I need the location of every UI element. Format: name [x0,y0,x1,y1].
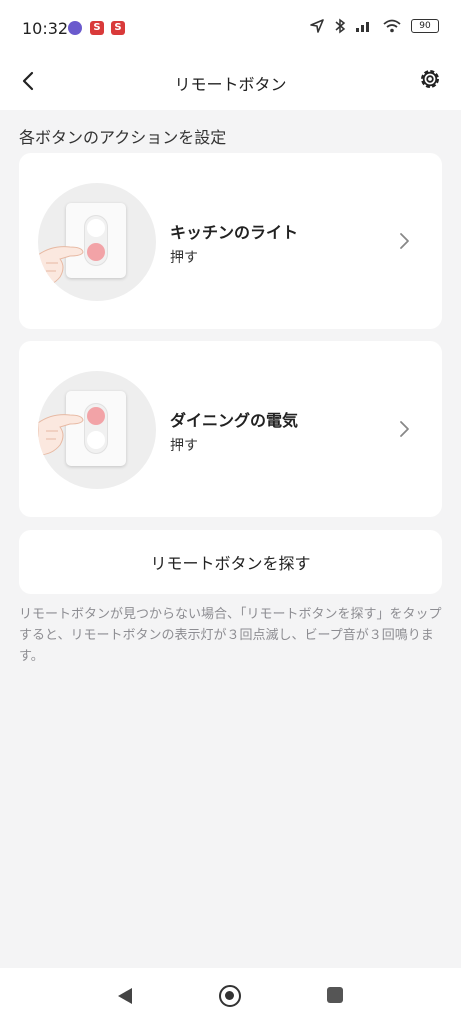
switch-illustration [38,371,156,489]
button-action-card-dining[interactable]: ダイニングの電気 押す [19,341,442,517]
switch-bottom-dot [87,243,105,261]
button-name: キッチンのライト [170,223,299,242]
system-nav-bar [0,968,461,1024]
button-action-card-kitchen[interactable]: キッチンのライト 押す [19,153,442,329]
button-name: ダイニングの電気 [170,411,299,430]
switch-bottom-dot [87,431,105,449]
button-action: 押す [170,250,198,266]
finger-icon [38,246,84,288]
gear-icon[interactable] [417,66,443,92]
find-remote-button[interactable]: リモートボタンを探す [19,530,442,594]
wifi-icon [383,19,401,33]
chevron-right-icon [400,421,409,437]
status-time: 10:32 [22,19,69,38]
page-title: リモートボタン [174,75,287,94]
hint-text: リモートボタンが見つからない場合、「リモートボタンを探す」をタップすると、リモー… [19,607,442,664]
switch-rocker [84,215,108,266]
bluetooth-icon [335,18,346,34]
switch-top-dot [87,407,105,425]
media-app-icon [68,21,82,35]
app-header: リモートボタン [0,56,461,110]
chevron-right-icon [400,233,409,249]
status-bar: 10:32 S S 90 [0,0,461,56]
switch-illustration [38,183,156,301]
signal-icon [356,22,369,32]
button-action: 押す [170,438,198,454]
notification-app-icon-2: S [111,21,125,35]
notification-app-icon: S [90,21,104,35]
switch-rocker [84,403,108,454]
nav-home-icon[interactable] [219,985,241,1007]
location-icon [310,19,324,33]
finger-icon [38,414,84,456]
switch-top-dot [87,219,105,237]
battery-icon: 90 [411,19,439,33]
nav-back-icon[interactable] [116,986,134,1006]
nav-recents-icon[interactable] [327,987,343,1003]
section-title: 各ボタンのアクションを設定 [19,128,227,147]
